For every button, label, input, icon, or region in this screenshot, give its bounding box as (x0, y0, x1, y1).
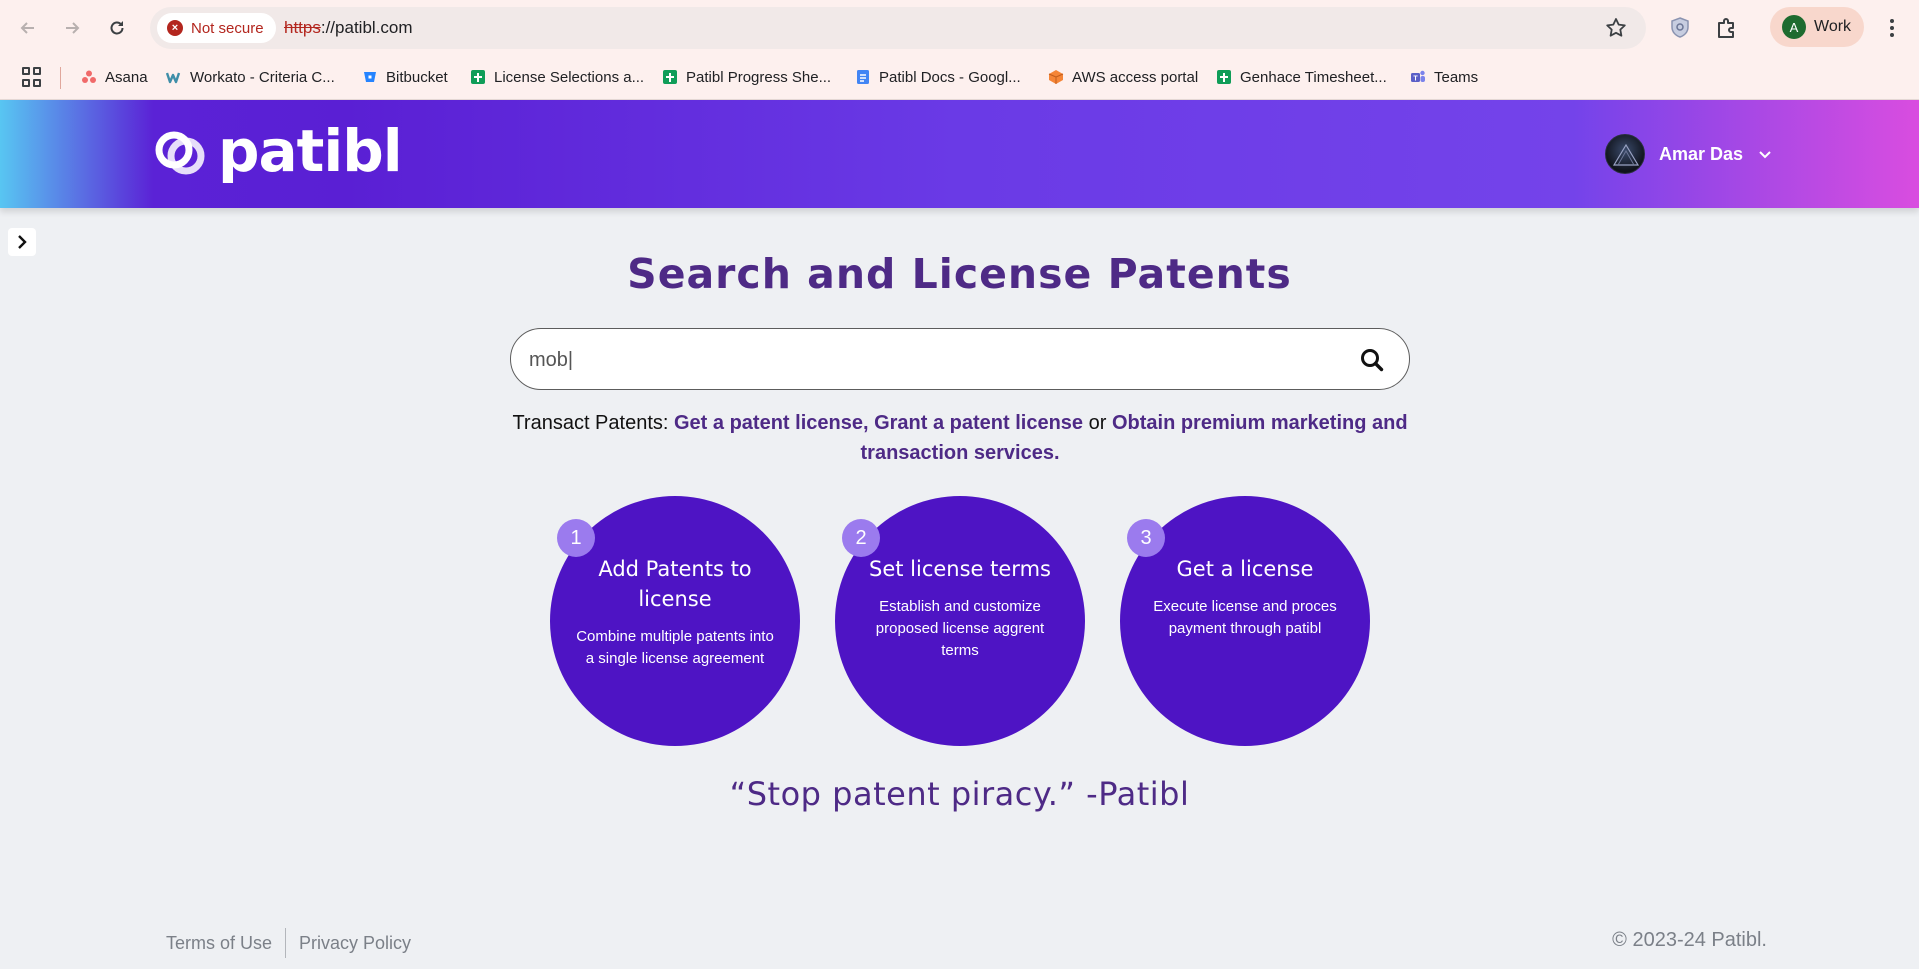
back-button[interactable] (14, 14, 42, 42)
user-menu[interactable]: Amar Das (1605, 134, 1773, 174)
bookmarks-bar: Asana Workato - Criteria C... Bitbucket … (0, 54, 1919, 100)
grant-license-link[interactable]: Grant a patent license (874, 412, 1083, 434)
step-description: Execute license and proces payment throu… (1153, 598, 1337, 637)
bookmark-label: Patibl Docs - Googl... (879, 68, 1021, 86)
patibl-logo[interactable]: patibl (152, 117, 403, 185)
site-header: patibl Amar Das (0, 100, 1919, 208)
transact-line: Transact Patents: Get a patent license, … (510, 408, 1410, 468)
chevron-down-icon (1759, 151, 1771, 159)
transact-prefix: Transact Patents: (512, 412, 674, 434)
aws-icon (1048, 70, 1064, 84)
user-name: Amar Das (1659, 143, 1744, 164)
bookmark-label: Bitbucket (386, 68, 448, 86)
bookmark-genhace[interactable]: Genhace Timesheet... (1216, 65, 1387, 89)
browser-toolbar: × Not secure https://patibl.com A Work (0, 0, 1919, 54)
bookmark-label: Patibl Progress She... (686, 68, 832, 86)
step-description: Establish and customize proposed license… (875, 598, 1045, 659)
step-number-badge: 2 (842, 519, 880, 557)
step-title: Set license terms (869, 557, 1051, 581)
bookmark-label: Workato - Criteria C... (190, 68, 335, 86)
step-number-badge: 1 (557, 519, 595, 557)
search-icon[interactable] (1359, 347, 1385, 373)
step-title: Add Patents to license (598, 557, 752, 611)
svg-text:T: T (1413, 76, 1418, 83)
sheets-icon (663, 70, 677, 84)
tagline-quote: “Stop patent piracy.” -Patibl (729, 775, 1190, 813)
page-title: Search and License Patents (627, 250, 1292, 298)
step-description: Combine multiple patents into a single l… (576, 628, 774, 667)
back-arrow-icon (20, 22, 34, 34)
bookmark-bitbucket[interactable]: Bitbucket (362, 65, 448, 89)
bookmark-label: Asana (105, 68, 148, 86)
profile-button[interactable]: A Work (1770, 7, 1864, 47)
footer-divider (285, 928, 287, 958)
bookmark-patibl-docs[interactable]: Patibl Docs - Googl... (855, 65, 1021, 89)
bookmarks-divider (60, 67, 61, 89)
bookmark-label: Teams (1434, 68, 1479, 86)
security-label: Not secure (191, 19, 264, 37)
avatar-image-icon (1612, 143, 1640, 166)
shield-extension-icon[interactable] (1666, 14, 1694, 42)
bookmark-patibl-progress[interactable]: Patibl Progress She... (662, 65, 831, 89)
copyright-text: © 2023-24 Patibl. (1612, 929, 1767, 951)
url-scheme: https (284, 18, 321, 37)
browser-menu-icon[interactable] (1882, 16, 1902, 40)
reload-button[interactable] (103, 14, 131, 42)
workato-icon (166, 72, 181, 84)
warning-icon: × (167, 20, 183, 36)
asana-icon (82, 70, 96, 83)
address-bar[interactable]: × Not secure https://patibl.com (150, 7, 1646, 49)
extensions-puzzle-icon[interactable] (1712, 14, 1740, 42)
footer-links: Terms of Use Privacy Policy (166, 928, 411, 958)
docs-icon (857, 70, 869, 84)
profile-avatar: A (1782, 15, 1806, 39)
bookmark-teams[interactable]: T Teams (1410, 65, 1478, 89)
logo-text: patibl (218, 117, 403, 185)
step-number-badge: 3 (1127, 519, 1165, 557)
search-bar[interactable] (510, 328, 1410, 390)
reload-icon (110, 21, 124, 35)
security-chip[interactable]: × Not secure (157, 13, 276, 43)
bookmark-aws[interactable]: AWS access portal (1048, 65, 1198, 89)
step-title: Get a license (1176, 557, 1314, 581)
search-input[interactable] (529, 343, 1309, 377)
apps-grid-icon[interactable] (22, 67, 42, 87)
bookmark-star-icon[interactable] (1604, 16, 1628, 40)
bookmark-label: Genhace Timesheet... (1240, 68, 1387, 86)
bookmark-asana[interactable]: Asana (81, 65, 148, 89)
terms-of-use-link[interactable]: Terms of Use (166, 933, 272, 954)
bookmark-label: AWS access portal (1072, 68, 1199, 86)
url-text[interactable]: https://patibl.com (284, 18, 413, 38)
sheets-icon (1217, 70, 1231, 84)
patibl-logo-mark-icon (155, 131, 205, 175)
get-license-link[interactable]: Get a patent license, (674, 412, 869, 434)
bookmark-label: License Selections a... (494, 68, 645, 86)
teams-icon: T (1411, 70, 1425, 83)
bookmark-workato[interactable]: Workato - Criteria C... (166, 65, 335, 89)
forward-arrow-icon (66, 22, 80, 34)
or-text: or (1083, 412, 1112, 434)
forward-button[interactable] (58, 14, 86, 42)
user-avatar (1605, 134, 1645, 174)
profile-label: Work (1814, 18, 1852, 35)
sheets-icon (471, 70, 485, 84)
chevron-right-icon (18, 235, 27, 249)
bookmark-license-selections[interactable]: License Selections a... (470, 65, 644, 89)
bitbucket-icon (364, 72, 376, 82)
url-host: ://patibl.com (320, 18, 413, 37)
privacy-policy-link[interactable]: Privacy Policy (299, 933, 411, 954)
